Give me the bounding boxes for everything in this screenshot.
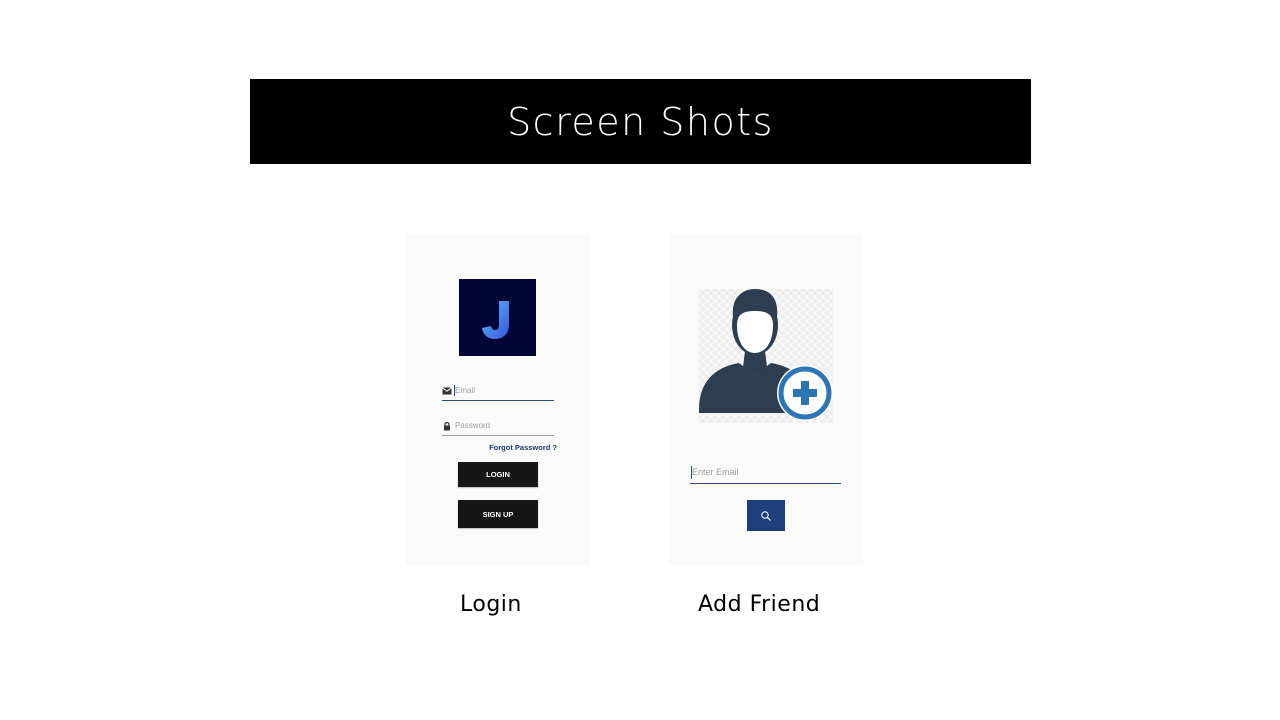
title-banner: Screen Shots — [250, 79, 1031, 164]
email-field[interactable]: Email — [442, 384, 554, 401]
add-friend-screenshot: Enter Email — [669, 233, 863, 565]
app-logo — [459, 279, 536, 356]
search-icon — [761, 510, 771, 521]
forgot-password-link[interactable]: Forgot Password ? — [489, 443, 557, 452]
banner-title: Screen Shots — [507, 99, 774, 144]
password-placeholder: Password — [455, 421, 491, 430]
enter-email-placeholder: Enter Email — [692, 467, 739, 477]
logo-j-icon — [481, 300, 509, 339]
signup-button[interactable]: SIGN UP — [458, 500, 538, 528]
login-caption: Login — [460, 592, 522, 617]
lock-icon — [444, 422, 450, 431]
mail-icon — [442, 387, 452, 395]
add-user-icon — [697, 287, 837, 427]
add-friend-caption: Add Friend — [698, 592, 821, 617]
email-placeholder: Email — [455, 386, 476, 395]
login-button[interactable]: LOGIN — [458, 462, 538, 487]
search-button[interactable] — [747, 500, 785, 531]
enter-email-field[interactable]: Enter Email — [690, 464, 841, 484]
login-screenshot: Email Password Forgot Password ? LOGIN S… — [406, 233, 590, 565]
password-field[interactable]: Password — [442, 419, 554, 436]
